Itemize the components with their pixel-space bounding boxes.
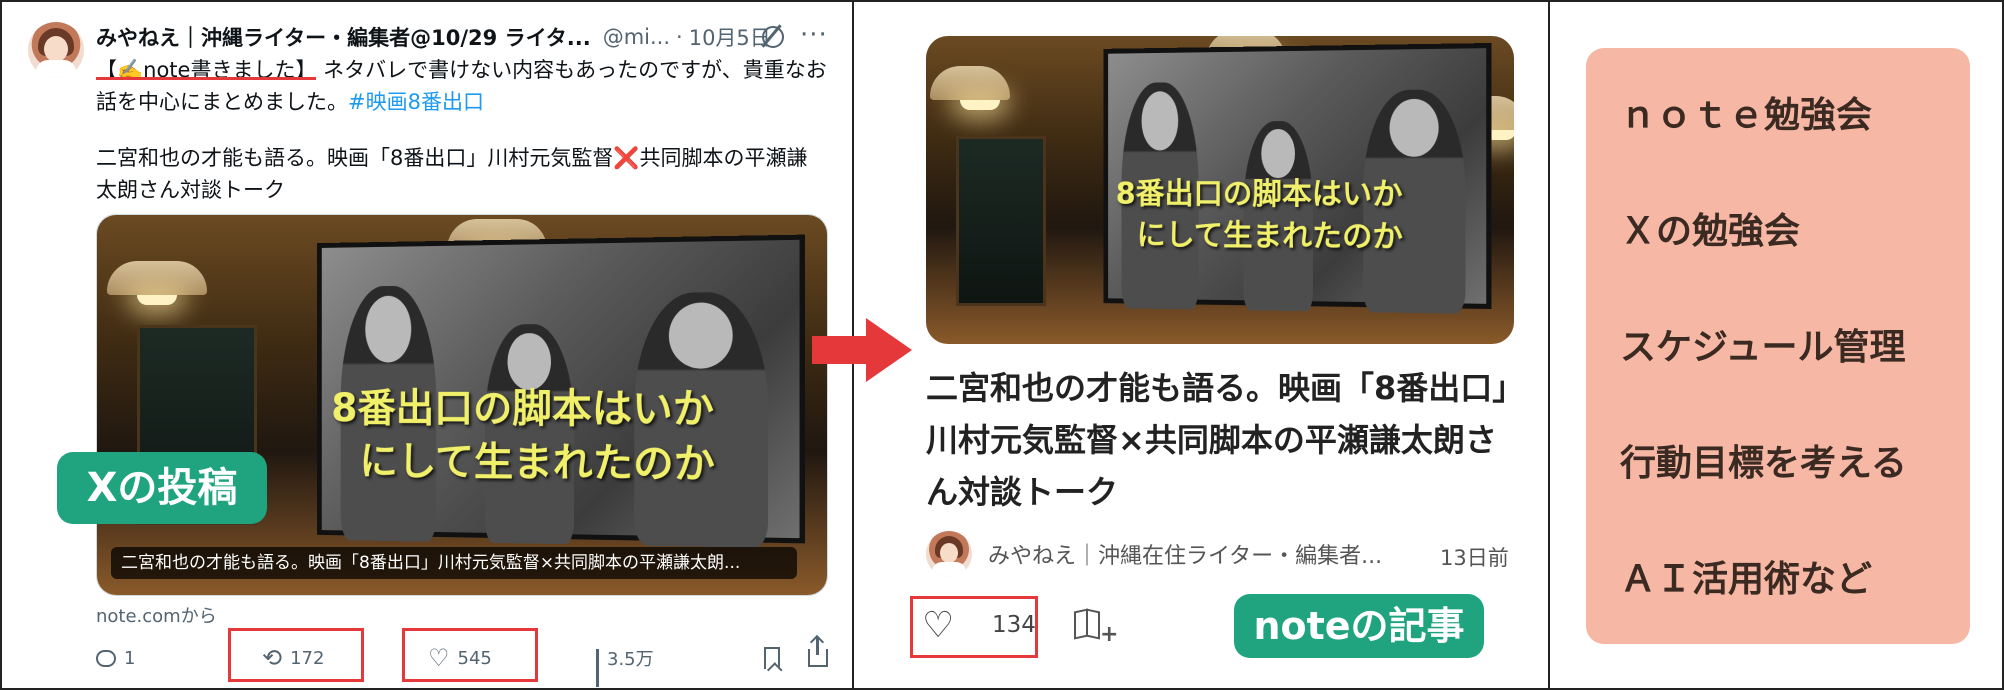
topic-item: Ｘの勉強会 — [1620, 211, 1801, 252]
avatar-body — [932, 562, 966, 577]
post-text: 【✍️note書きました】 ネタバレで書けない内容もあったのですが、貴重なお 話… — [96, 54, 827, 206]
views-count: 3.5万 — [607, 649, 654, 670]
share-button[interactable] — [808, 637, 836, 676]
views-button[interactable]: 3.5万 — [596, 640, 654, 687]
note-article-panel: 8番出口の脚本はいか にして生まれたのか 二宮和也の才能も語る。映画「8番出口」… — [896, 0, 1548, 690]
bookmark-button[interactable] — [764, 640, 788, 676]
article-title[interactable]: 二宮和也の才能も語る。映画「8番出口」 川村元気監督×共同脚本の平瀬謙太朗さ ん… — [926, 362, 1526, 518]
ceiling-lamp — [107, 261, 207, 305]
article-author-name: みやねえ｜沖縄在住ライター・編集者... — [988, 544, 1383, 569]
post-header: みやねえ｜沖縄ライター・編集者@10/29 ライタ... @mi... · 10… — [96, 22, 771, 52]
display-screen: 8番出口の脚本はいか にして生まれたのか — [1103, 42, 1492, 314]
author-name[interactable]: みやねえ｜沖縄ライター・編集者@10/29 ライタ... — [96, 22, 591, 52]
avatar-body — [36, 60, 76, 78]
add-to-magazine-icon[interactable]: + — [1074, 608, 1118, 647]
topic-item: 行動目標を考える — [1620, 443, 1907, 484]
card-image: 8番出口の脚本はいか にして生まれたのか — [97, 215, 827, 595]
article-timestamp: 13日前 — [1440, 546, 1509, 570]
article-title-line: ん対談トーク — [926, 473, 1119, 511]
bookmark-icon — [764, 647, 780, 669]
share-icon — [808, 637, 828, 667]
note-highlight: 【✍️note書きました】 — [96, 58, 317, 82]
avatar[interactable] — [28, 22, 84, 78]
reply-count: 1 — [124, 647, 136, 669]
topic-item: スケジュール管理 — [1620, 327, 1906, 368]
article-title-line: 二宮和也の才能も語る。映画「8番出口」 — [926, 369, 1525, 407]
repost-highlight-box — [228, 628, 364, 682]
avatar-face — [940, 543, 958, 563]
heart-icon[interactable]: ♡ — [922, 606, 954, 646]
grok-icon[interactable] — [762, 26, 784, 48]
post-text-line: 話を中心にまとめました。#映画8番出口 — [96, 86, 826, 118]
screen-text-line2: にして生まれたのか — [1136, 218, 1403, 256]
hashtag-link[interactable]: #映画8番出口 — [348, 90, 484, 114]
post-text-line: 太朗さん対談トーク — [96, 178, 285, 202]
link-source[interactable]: note.comから — [96, 602, 217, 628]
avatar — [926, 531, 972, 577]
post-date[interactable]: 10月5日 — [689, 22, 771, 52]
screen-text-line1: 8番出口の脚本はいか — [1115, 176, 1403, 213]
article-title-line: 川村元気監督×共同脚本の平瀬謙太朗さ — [926, 421, 1497, 459]
thumbnail-image: 8番出口の脚本はいか にして生まれたのか — [926, 36, 1514, 344]
reply-button[interactable]: 1 — [96, 640, 135, 676]
link-preview-card[interactable]: 8番出口の脚本はいか にして生まれたのか 二宮和也の才能も語る。映画「8番出口」… — [96, 214, 828, 596]
like-highlight-box — [402, 628, 538, 682]
x-post-label: Xの投稿 — [57, 452, 267, 524]
article-like-count: 134 — [992, 612, 1036, 638]
note-article-label: noteの記事 — [1234, 594, 1484, 658]
more-options-icon[interactable]: ··· — [800, 20, 828, 50]
x-post-panel: みやねえ｜沖縄ライター・編集者@10/29 ライタ... @mi... · 10… — [0, 0, 852, 690]
analytics-icon — [596, 649, 599, 687]
magazine-page-right — [1086, 608, 1100, 640]
card-caption: 二宮和也の才能も語る。映画「8番出口」川村元気監督×共同脚本の平瀬謙太朗... — [111, 547, 797, 579]
arrow-shaft — [812, 336, 868, 364]
article-author-row[interactable]: みやねえ｜沖縄在住ライター・編集者... — [926, 530, 1428, 578]
author-handle[interactable]: @mi... — [603, 25, 670, 49]
avatar-face — [44, 36, 68, 62]
screen-text-line2: にして生まれたのか — [359, 438, 715, 488]
topics-box: ｎｏｔｅ勉強会 Ｘの勉強会 スケジュール管理 行動目標を考える ＡＩ活用術など — [1586, 48, 1970, 644]
separator-dot: · — [676, 25, 683, 49]
red-underline — [96, 77, 317, 80]
screen-text-line1: 8番出口の脚本はいか — [331, 385, 714, 433]
topic-item: ｎｏｔｅ勉強会 — [1620, 95, 1873, 136]
reply-icon — [96, 649, 116, 667]
post-text-line: 【✍️note書きました】 ネタバレで書けない内容もあったのですが、貴重なお — [96, 54, 827, 86]
window — [956, 136, 1046, 306]
post-text-segment: ネタバレで書けない内容もあったのですが、貴重なお — [323, 58, 827, 82]
topics-panel: ｎｏｔｅ勉強会 Ｘの勉強会 スケジュール管理 行動目標を考える ＡＩ活用術など — [1550, 0, 2004, 690]
plus-icon: + — [1100, 622, 1119, 647]
post-text-line: 二宮和也の才能も語る。映画「8番出口」川村元気監督❌共同脚本の平瀬謙 — [96, 146, 808, 170]
topic-item: ＡＩ活用術など — [1620, 559, 1873, 600]
ceiling-lamp — [930, 66, 1010, 110]
display-screen: 8番出口の脚本はいか にして生まれたのか — [317, 234, 805, 548]
article-thumbnail[interactable]: 8番出口の脚本はいか にして生まれたのか — [926, 36, 1514, 344]
post-text-segment: 話を中心にまとめました。 — [96, 90, 348, 114]
